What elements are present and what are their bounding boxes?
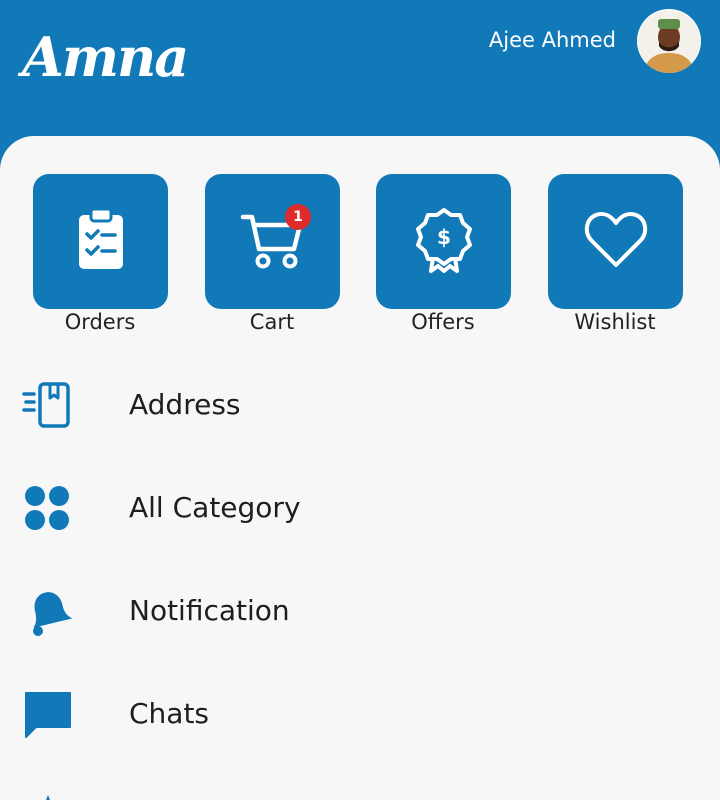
user-name[interactable]: Ajee Ahmed (489, 26, 616, 54)
menu-item-notification[interactable]: Notification (0, 566, 720, 656)
menu-label-address: Address (129, 388, 241, 421)
app-header: Amna Ajee Ahmed (0, 0, 720, 140)
orders-tile[interactable] (33, 174, 168, 309)
offers-label: Offers (411, 310, 475, 334)
category-grid-icon (22, 483, 74, 535)
wishlist-tile[interactable] (548, 174, 683, 309)
menu-item-all-category[interactable]: All Category (0, 463, 720, 553)
orders-label: Orders (64, 310, 136, 334)
bell-icon (22, 586, 74, 638)
cart-tile[interactable]: 1 (205, 174, 340, 309)
menu-label-notification: Notification (129, 594, 290, 627)
cart-count-badge: 1 (285, 204, 311, 230)
avatar[interactable] (637, 9, 701, 73)
offer-badge-icon: $ (414, 207, 474, 277)
menu-item-chats[interactable]: Chats (0, 669, 720, 759)
chat-icon (22, 689, 74, 741)
svg-text:$: $ (437, 225, 451, 249)
heart-icon (583, 210, 649, 274)
menu-item-address[interactable]: Address (0, 360, 720, 450)
main-panel: Orders 1 Cart $ Offers Wishlist Address … (0, 136, 720, 800)
menu-label-all-category: All Category (129, 491, 301, 524)
address-icon (22, 380, 74, 432)
wishlist-label: Wishlist (574, 310, 656, 334)
clipboard-check-icon (73, 207, 129, 277)
offers-tile[interactable]: $ (376, 174, 511, 309)
menu-item-partial-icon (22, 790, 74, 800)
cart-label: Cart (249, 310, 295, 334)
app-logo[interactable]: Amna (22, 22, 189, 92)
menu-label-chats: Chats (129, 697, 210, 730)
